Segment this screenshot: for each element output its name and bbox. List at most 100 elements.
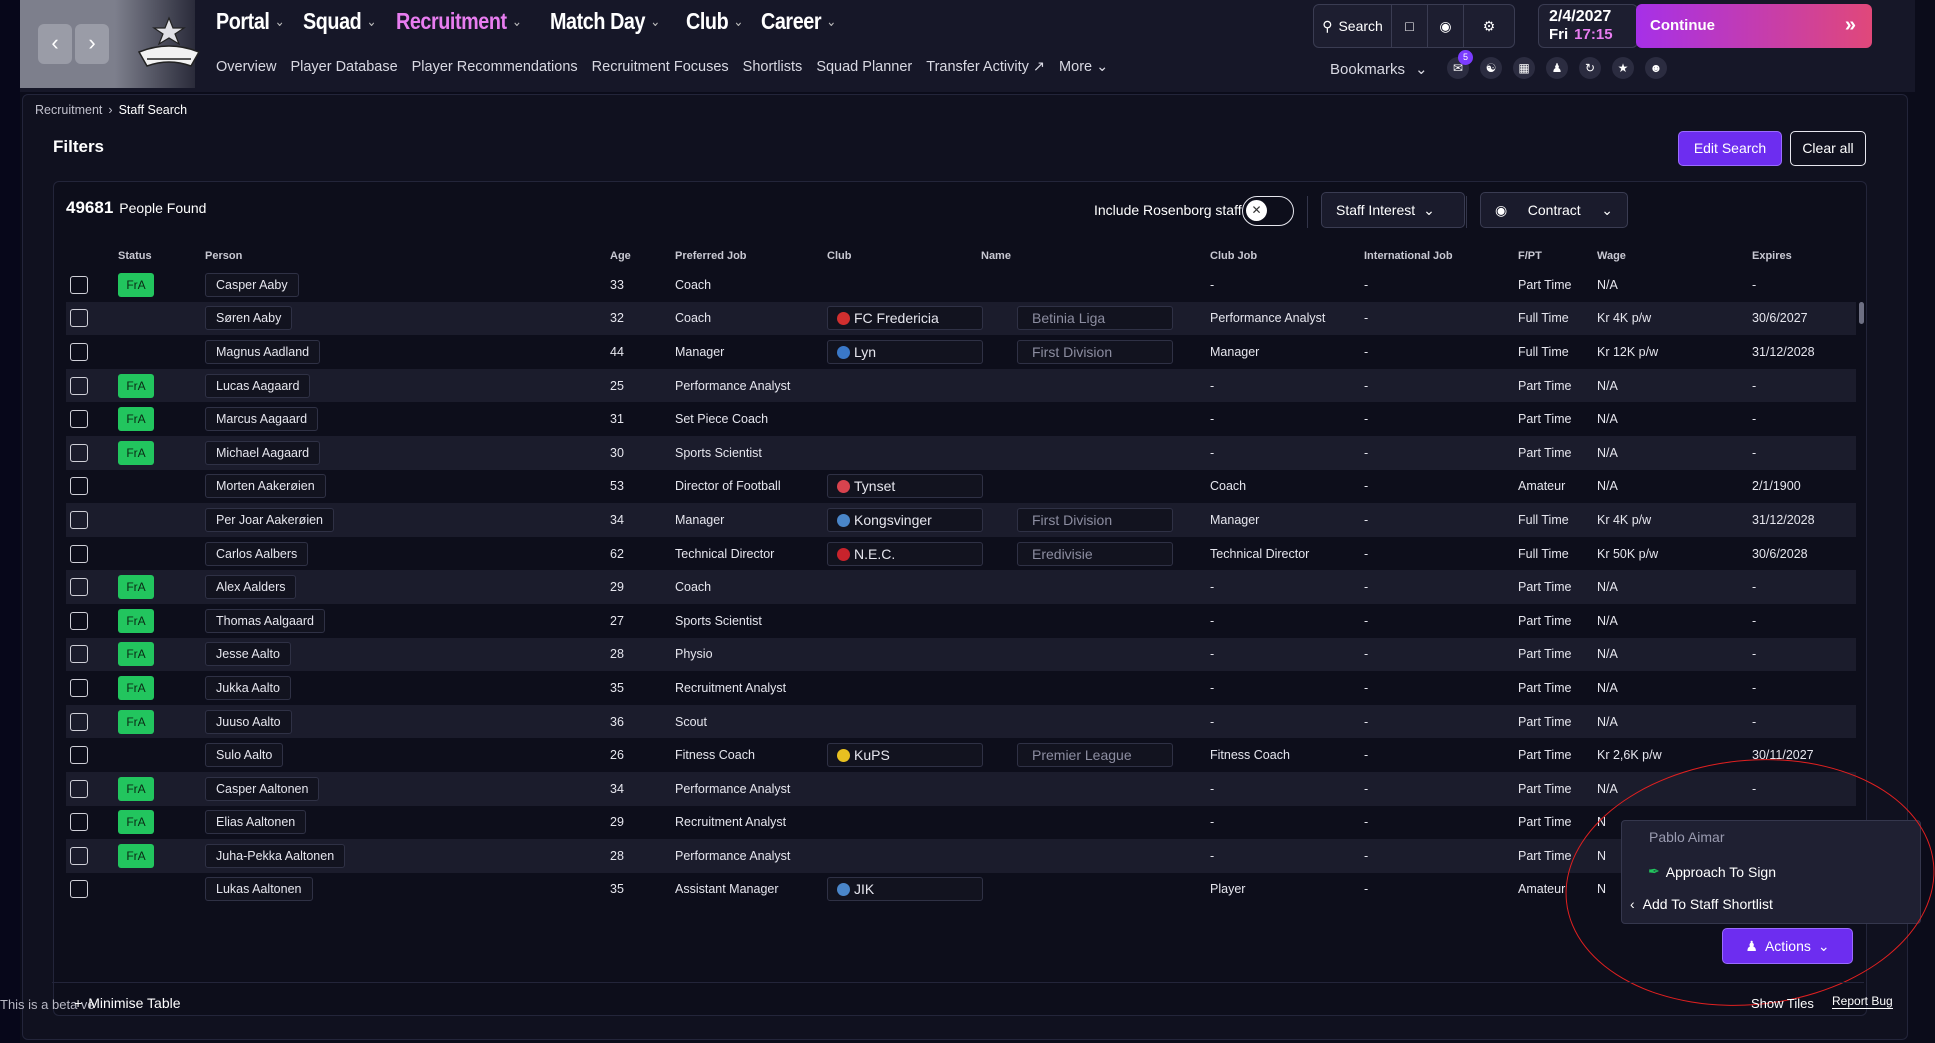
table-row[interactable]: FrA Casper Aaltonen 34 Performance Analyst -… [66, 771, 1856, 806]
table-row[interactable]: Lukas Aaltonen 35 Assistant Manager JIK Play… [66, 873, 1856, 907]
table-row[interactable]: Per Joar Aakerøien 34 Manager Kongsvinger Fi… [66, 503, 1856, 537]
table-row[interactable]: FrA Jukka Aalto 35 Recruitment Analyst - - Par… [66, 671, 1856, 705]
world-button[interactable]: ◉ [1428, 5, 1464, 47]
row-checkbox[interactable] [70, 342, 88, 361]
column-header[interactable]: Person [205, 250, 242, 262]
person-name[interactable]: Michael Aagaard [205, 440, 321, 465]
row-checkbox[interactable] [70, 880, 88, 899]
club-cell[interactable]: FC Fredericia [827, 306, 983, 331]
continue-button[interactable]: Continue » [1636, 4, 1872, 48]
table-row[interactable]: FrA Michael Aagaard 30 Sports Scientist - - Pa… [66, 435, 1856, 470]
person-name[interactable]: Jesse Aalto [205, 642, 291, 667]
club-crest-icon[interactable] [135, 14, 203, 74]
subnav-squad-planner[interactable]: Squad Planner [816, 59, 912, 75]
subnav-overview[interactable]: Overview [216, 59, 276, 75]
row-checkbox[interactable] [70, 611, 88, 630]
person-name[interactable]: Morten Aakerøien [205, 474, 326, 499]
row-checkbox[interactable] [70, 275, 88, 294]
nav-career[interactable]: Career ⌄ [761, 8, 836, 35]
subnav-recruitment-focuses[interactable]: Recruitment Focuses [592, 59, 729, 75]
table-row[interactable]: Morten Aakerøien 53 Director of Football Ty… [66, 470, 1856, 504]
row-checkbox[interactable] [70, 746, 88, 765]
scrollbar[interactable] [1859, 302, 1864, 324]
person-name[interactable]: Marcus Aagaard [205, 407, 319, 432]
person-name[interactable]: Lukas Aaltonen [205, 877, 313, 902]
column-header[interactable]: Club [827, 250, 851, 262]
column-header[interactable]: Preferred Job [675, 250, 747, 262]
row-checkbox[interactable] [70, 477, 88, 496]
league-cell[interactable]: First Division [1017, 507, 1173, 532]
forward-button[interactable]: › [75, 24, 109, 64]
column-header[interactable]: Club Job [1210, 250, 1257, 262]
column-header[interactable]: F/PT [1518, 250, 1542, 262]
actions-button[interactable]: ♟ Actions ⌄ [1722, 928, 1853, 964]
column-header[interactable]: International Job [1364, 250, 1453, 262]
person-name[interactable]: Søren Aaby [205, 306, 293, 331]
column-header[interactable]: Name [981, 250, 1011, 262]
subnav-shortlists[interactable]: Shortlists [743, 59, 803, 75]
column-header[interactable]: Age [610, 250, 631, 262]
club-cell[interactable]: Lyn [827, 339, 983, 364]
row-checkbox[interactable] [70, 712, 88, 731]
row-checkbox[interactable] [70, 578, 88, 597]
person-name[interactable]: Sulo Aalto [205, 743, 284, 768]
nav-portal[interactable]: Portal ⌄ [216, 8, 285, 35]
breadcrumb-recruitment[interactable]: Recruitment [35, 103, 102, 117]
league-cell[interactable]: First Division [1017, 339, 1173, 364]
show-tiles-button[interactable]: Show Tiles [1751, 996, 1814, 1011]
inbox-icon[interactable]: ✉ 5 [1447, 50, 1473, 79]
table-row[interactable]: FrA Thomas Aalgaard 27 Sports Scientist - - Pa… [66, 604, 1856, 638]
add-to-shortlist-item[interactable]: ‹ Add To Staff Shortlist [1630, 896, 1773, 912]
person-name[interactable]: Jukka Aalto [205, 675, 291, 700]
row-checkbox[interactable] [70, 813, 88, 832]
column-header[interactable]: Expires [1752, 250, 1792, 262]
staff-interest-dropdown[interactable]: Staff Interest ⌄ [1321, 192, 1465, 228]
nav-squad[interactable]: Squad ⌄ [303, 8, 377, 35]
table-row[interactable]: Søren Aaby 32 Coach FC Fredericia Betinia Li… [66, 301, 1856, 336]
subnav-more[interactable]: More ⌄ [1059, 59, 1108, 75]
refresh-icon[interactable]: ↻ [1579, 57, 1601, 79]
club-cell[interactable]: Kongsvinger [827, 507, 983, 532]
league-cell[interactable]: Premier League [1017, 743, 1173, 768]
minimise-table-button[interactable]: + Minimise Table [74, 995, 181, 1011]
table-row[interactable]: FrA Alex Aalders 29 Coach - - Part Time N/A - [66, 570, 1856, 604]
person-name[interactable]: Alex Aalders [205, 575, 297, 600]
table-row[interactable]: FrA Marcus Aagaard 31 Set Piece Coach - - Part… [66, 402, 1856, 436]
league-cell[interactable]: Betinia Liga [1017, 306, 1173, 331]
row-checkbox[interactable] [70, 510, 88, 529]
table-row[interactable]: FrA Juuso Aalto 36 Scout - - Part Time N/A - [66, 704, 1856, 739]
person-name[interactable]: Juuso Aalto [205, 709, 292, 734]
row-checkbox[interactable] [70, 678, 88, 697]
row-checkbox[interactable] [70, 645, 88, 664]
settings-button[interactable]: ⚙ [1464, 5, 1514, 47]
handshake-icon[interactable]: ☻ [1645, 57, 1667, 79]
person-name[interactable]: Casper Aaby [205, 272, 299, 297]
person-name[interactable]: Lucas Aagaard [205, 373, 311, 398]
include-staff-toggle[interactable]: ✕ [1242, 196, 1294, 226]
club-cell[interactable]: KuPS [827, 743, 983, 768]
search-button[interactable]: ⚲ Search [1314, 5, 1392, 47]
report-bug-link[interactable]: Report Bug [1832, 994, 1893, 1009]
staff-icon[interactable]: ♟ [1546, 57, 1568, 79]
nav-match-day[interactable]: Match Day ⌄ [550, 8, 660, 35]
game-date[interactable]: 2/4/2027 Fri 17:15 [1538, 4, 1638, 48]
club-cell[interactable]: Tynset [827, 474, 983, 499]
row-checkbox[interactable] [70, 309, 88, 328]
nav-recruitment[interactable]: Recruitment ⌄ [396, 8, 522, 35]
table-row[interactable]: FrA Casper Aaby 33 Coach - - Part Time N/A - [66, 268, 1856, 302]
subnav-player-recommendations[interactable]: Player Recommendations [412, 59, 578, 75]
clear-all-button[interactable]: Clear all [1790, 131, 1866, 166]
trophy-icon[interactable]: ★ [1612, 57, 1634, 79]
table-row[interactable]: Sulo Aalto 26 Fitness Coach KuPS Premier Lea… [66, 738, 1856, 772]
person-name[interactable]: Magnus Aadland [205, 339, 321, 364]
table-row[interactable]: FrA Juha-Pekka Aaltonen 28 Performance Anal… [66, 839, 1856, 873]
row-checkbox[interactable] [70, 376, 88, 395]
calendar-icon[interactable]: ▦ [1513, 57, 1535, 79]
person-name[interactable]: Carlos Aalbers [205, 541, 309, 566]
row-checkbox[interactable] [70, 410, 88, 429]
nav-club[interactable]: Club ⌄ [686, 8, 743, 35]
edit-search-button[interactable]: Edit Search [1678, 131, 1782, 166]
approach-to-sign-item[interactable]: ✒ Approach To Sign [1648, 863, 1776, 880]
table-row[interactable]: Magnus Aadland 44 Manager Lyn First Division… [66, 335, 1856, 369]
row-checkbox[interactable] [70, 544, 88, 563]
